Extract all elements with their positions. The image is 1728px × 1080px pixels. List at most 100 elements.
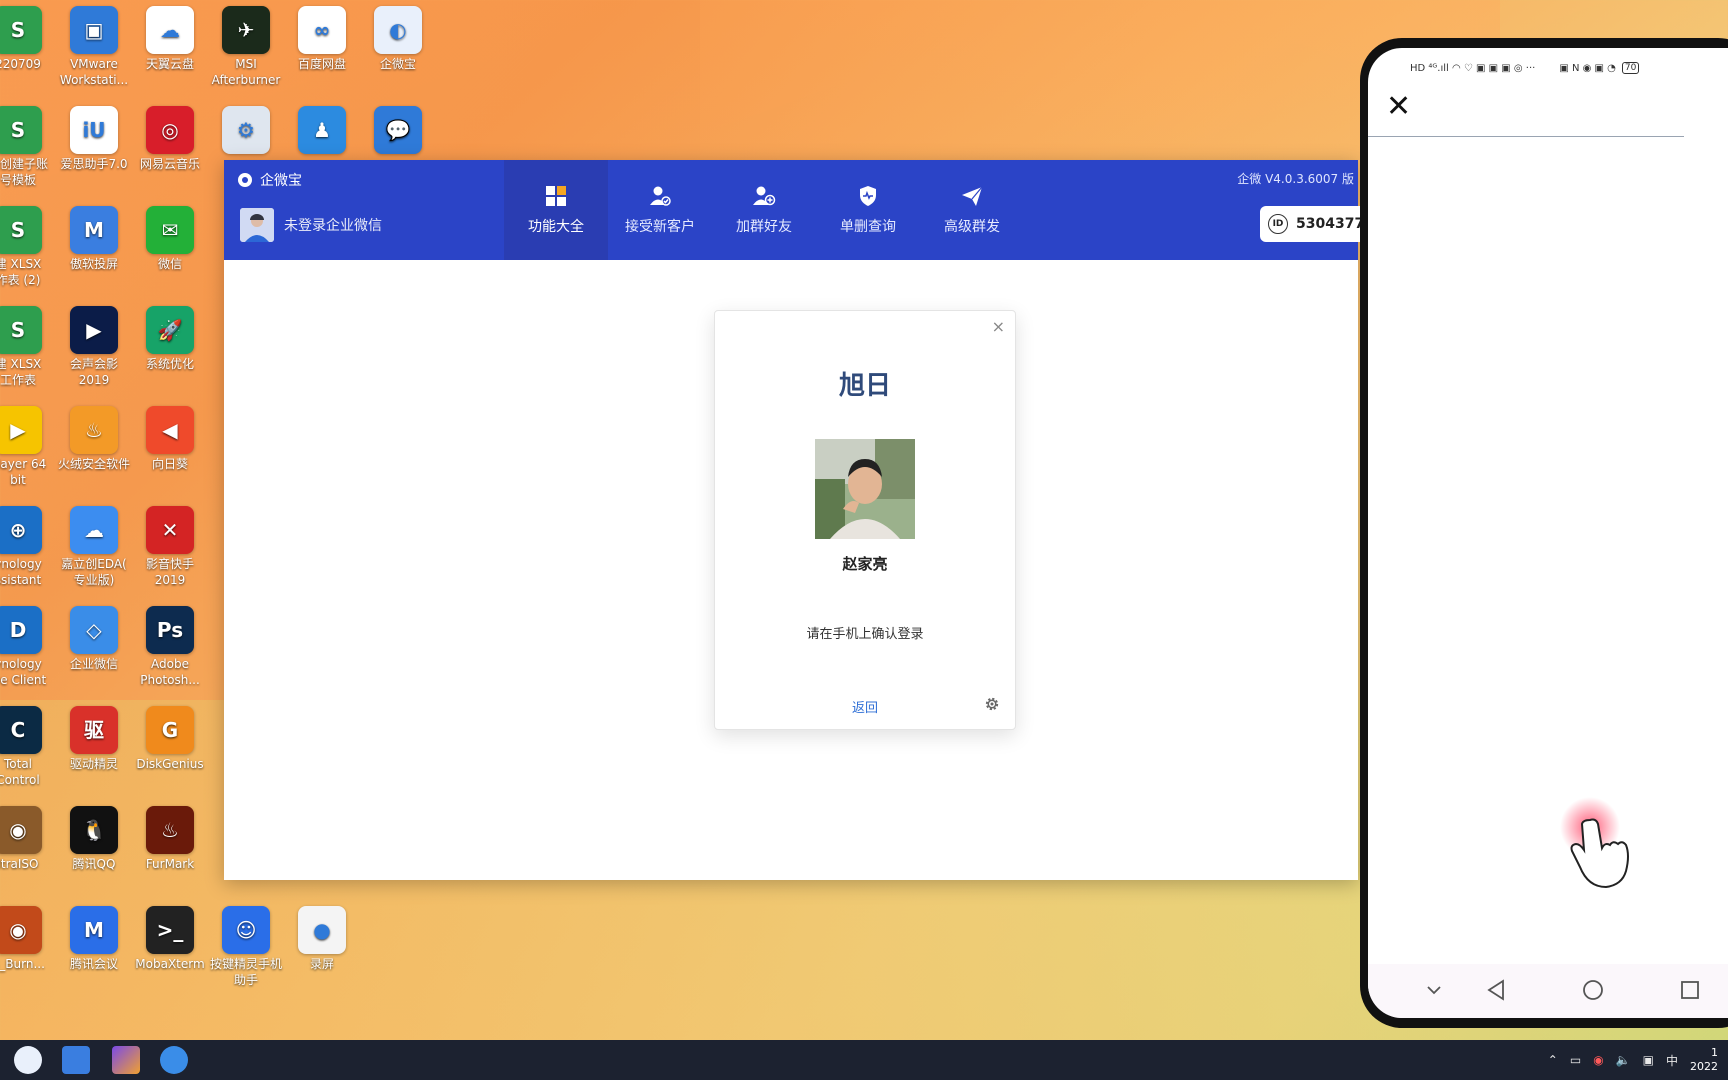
desktop-icon[interactable]: 驱驱动精灵 [56, 706, 132, 772]
record-icon[interactable]: ◉ [1593, 1053, 1603, 1067]
desktop-icon[interactable]: S建创建子账 号模板 [0, 106, 56, 188]
desktop-icon[interactable]: ◉ B_Burn... [0, 906, 56, 972]
app-header: 企微宝 未登录企业微信 功能大全 接受新客户 加群好友 单删查询 高级群发 企微… [224, 160, 1378, 260]
taskbar: ⌃ ▭ ◉ 🔈 ▣ 中 1 2022 [0, 1040, 1728, 1080]
close-icon[interactable]: × [992, 317, 1005, 336]
app-icon: ◉ [0, 806, 42, 854]
app-icon: >_ [146, 906, 194, 954]
desktop-icon[interactable]: S建 XLSX 作表 (2) [0, 206, 56, 288]
desktop-icon-label: 腾讯QQ [72, 857, 116, 871]
desktop-icon-label: 火绒安全软件 [57, 457, 130, 471]
status-icons-left: HD ⁴ᴳ.ıll ◠ ♡ ▣ ▣ ▣ ◎ ··· [1410, 62, 1536, 74]
desktop-icon-label: 傲软投屏 [69, 257, 118, 271]
desktop-icon[interactable]: ◉ ltraISO [0, 806, 56, 872]
tab-single-delete-query[interactable]: 单删查询 [816, 160, 920, 260]
desktop-icon[interactable]: ◇ 企业微信 [56, 606, 132, 672]
desktop-icon-label: 建 XLSX 工作表 [0, 357, 42, 387]
desktop-icon[interactable]: ☺ 按键精灵手机 助手 [208, 906, 284, 988]
desktop-icon[interactable]: 💬 [360, 106, 436, 156]
taskbar-screencast-icon[interactable] [62, 1046, 90, 1074]
desktop-icon[interactable]: ✉ 微信 [132, 206, 208, 272]
desktop-icon[interactable]: ▶Player 64 bit [0, 406, 56, 488]
tab-accept-customers[interactable]: 接受新客户 [608, 160, 712, 260]
tab-features[interactable]: 功能大全 [504, 160, 608, 260]
network-icon[interactable]: ▭ [1570, 1053, 1581, 1067]
desktop-icon[interactable]: ▣ VMware Workstati... [56, 6, 132, 88]
desktop-icon[interactable]: ● 录屏 [284, 906, 360, 972]
desktop-icon[interactable]: ☁ 嘉立创EDA( 专业版) [56, 506, 132, 588]
desktop-icon-label: 建 XLSX 作表 (2) [0, 257, 42, 287]
desktop-icon[interactable]: ∞ 百度网盘 [284, 6, 360, 72]
phone-status-bar: HD ⁴ᴳ.ıll ◠ ♡ ▣ ▣ ▣ ◎ ··· ▣ N ◉ ▣ ◔ 70 [1410, 60, 1640, 76]
app-icon: ∞ [298, 6, 346, 54]
display-icon[interactable]: ▣ [1643, 1053, 1654, 1067]
app-icon: 驱 [70, 706, 118, 754]
desktop-icon[interactable]: ◀ 向日葵 [132, 406, 208, 472]
tab-add-group-friends[interactable]: 加群好友 [712, 160, 816, 260]
app-icon: ✈ [222, 6, 270, 54]
login-confirm-dialog: × 旭日 赵家亮 请在手机上确认登录 返回 [714, 310, 1016, 730]
user-photo [815, 439, 915, 539]
taskbar-photos-icon[interactable] [112, 1046, 140, 1074]
desktop-icon[interactable]: ♟ [284, 106, 360, 156]
home-circle-icon[interactable] [1582, 979, 1604, 1001]
back-triangle-icon[interactable] [1486, 979, 1506, 1001]
taskbar-qiweibao-icon[interactable] [14, 1046, 42, 1074]
login-status[interactable]: 未登录企业微信 [240, 208, 382, 242]
desktop-icon[interactable]: >_ MobaXterm [132, 906, 208, 972]
desktop-icon[interactable]: 🚀 系统优化 [132, 306, 208, 372]
desktop-icon-label: 向日葵 [151, 457, 188, 471]
app-icon: S [0, 306, 42, 354]
system-tray: ⌃ ▭ ◉ 🔈 ▣ 中 1 2022 [1548, 1040, 1728, 1080]
desktop-icon[interactable]: ◎ 网易云音乐 [132, 106, 208, 172]
gear-icon[interactable] [983, 695, 1001, 713]
app-icon: C [0, 706, 42, 754]
tab-label: 接受新客户 [625, 219, 695, 235]
chevron-up-icon[interactable]: ⌃ [1548, 1053, 1558, 1067]
clock[interactable]: 1 2022 [1690, 1046, 1718, 1074]
desktop-icon[interactable]: S 220709 [0, 6, 56, 72]
chevron-down-icon[interactable] [1426, 984, 1442, 996]
desktop-icon-label: 微信 [157, 257, 182, 271]
app-title-bar: 企微宝 [238, 170, 302, 190]
desktop-icon[interactable]: Dynology ive Client [0, 606, 56, 688]
recents-square-icon[interactable] [1680, 980, 1700, 1000]
desktop-icon[interactable]: ♨ 火绒安全软件 [56, 406, 132, 472]
app-icon: ◀ [146, 406, 194, 454]
desktop-icon[interactable]: C Total Control [0, 706, 56, 788]
desktop-icon[interactable]: S建 XLSX 工作表 [0, 306, 56, 388]
desktop-icon[interactable]: ✕ 影音快手 2019 [132, 506, 208, 588]
desktop-icon[interactable]: M 傲软投屏 [56, 206, 132, 272]
desktop-icon-label: 腾讯会议 [69, 957, 118, 971]
desktop-icon[interactable]: ⚙ [208, 106, 284, 156]
desktop-icon[interactable]: 🐧 腾讯QQ [56, 806, 132, 872]
app-icon: ☁ [146, 6, 194, 54]
desktop-icon[interactable]: ◐ 企微宝 [360, 6, 436, 72]
desktop-icon[interactable]: ▶ 会声会影 2019 [56, 306, 132, 388]
desktop-icon[interactable]: ☁ 天翼云盘 [132, 6, 208, 72]
login-status-text: 未登录企业微信 [284, 218, 382, 234]
ime-indicator[interactable]: 中 [1666, 1052, 1678, 1069]
back-link[interactable]: 返回 [715, 697, 1015, 716]
tab-advanced-broadcast[interactable]: 高级群发 [920, 160, 1024, 260]
app-icon: 🐧 [70, 806, 118, 854]
desktop-icon-label: 影音快手 2019 [145, 557, 194, 587]
account-id: 5304377- [1296, 216, 1370, 232]
taskbar-wecom-icon[interactable] [160, 1046, 188, 1074]
desktop-icon[interactable]: ✈ MSI Afterburner [208, 6, 284, 88]
app-icon: ▶ [70, 306, 118, 354]
desktop-icon[interactable]: ♨ FurMark [132, 806, 208, 872]
desktop-icon[interactable]: G DiskGenius [132, 706, 208, 772]
tab-label: 高级群发 [944, 219, 1000, 235]
close-icon[interactable]: ✕ [1386, 92, 1411, 122]
desktop-icon[interactable]: M 腾讯会议 [56, 906, 132, 972]
app-icon: S [0, 6, 42, 54]
volume-icon[interactable]: 🔈 [1616, 1053, 1631, 1067]
app-icon: ✕ [146, 506, 194, 554]
desktop-icon[interactable]: Ps Adobe Photosh... [132, 606, 208, 688]
desktop-icon-label: 爱思助手7.0 [60, 157, 128, 171]
app-icon: M [70, 206, 118, 254]
desktop-icon-label: DiskGenius [136, 757, 204, 771]
desktop-icon[interactable]: ⊕ynology ssistant [0, 506, 56, 588]
desktop-icon[interactable]: iU 爱思助手7.0 [56, 106, 132, 172]
